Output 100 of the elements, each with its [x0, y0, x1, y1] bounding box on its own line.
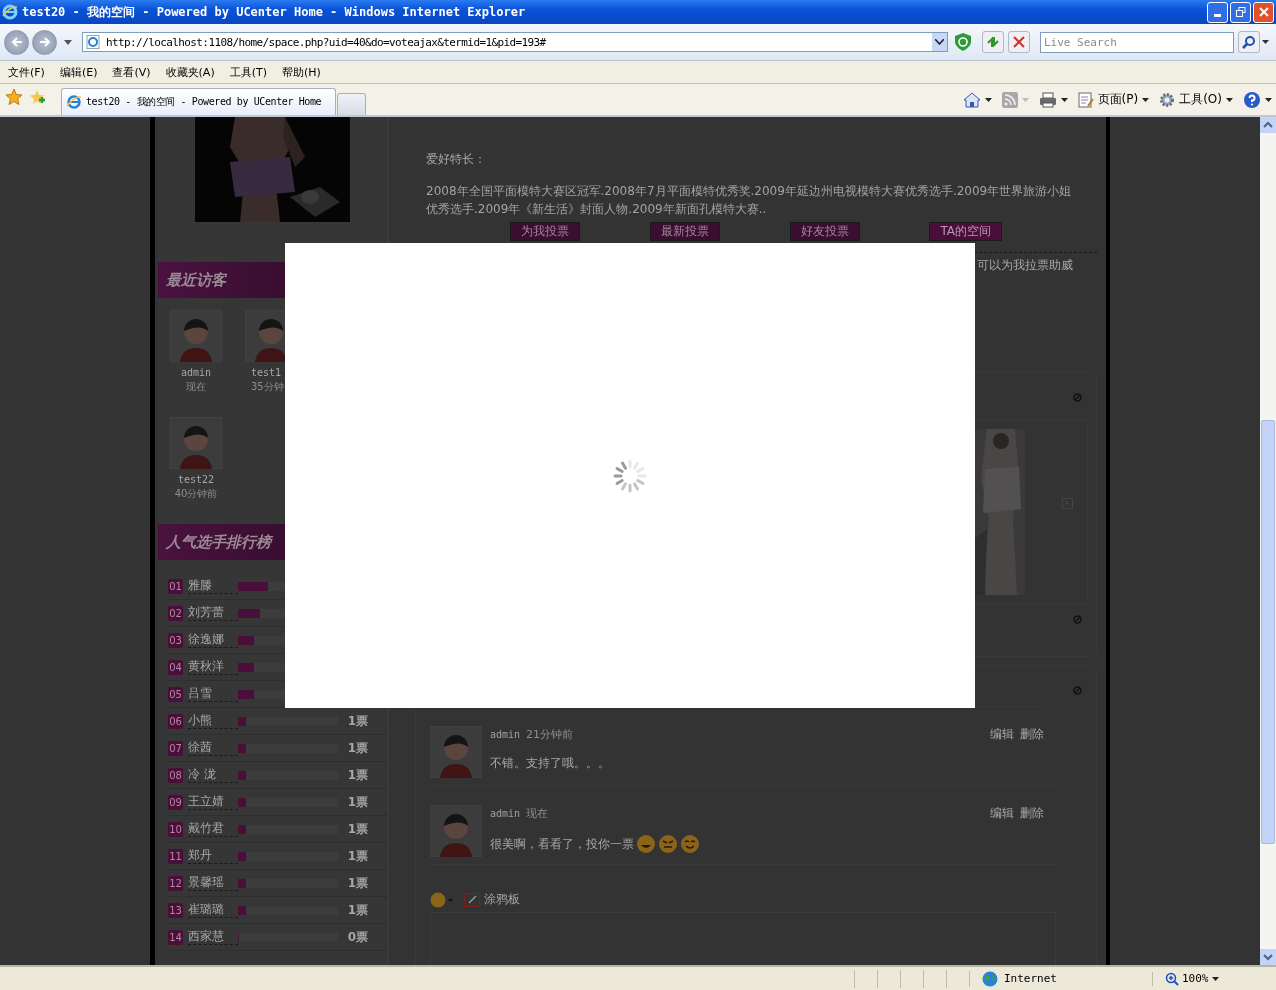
menu-item[interactable]: 查看(V): [112, 64, 151, 80]
close-button[interactable]: [1253, 1, 1274, 23]
caret-icon: [1060, 97, 1068, 102]
shield-icon[interactable]: [954, 32, 972, 52]
visit-time: 35分钟: [250, 380, 284, 394]
minimize-icon: [1214, 14, 1221, 17]
scrollbar[interactable]: [1260, 117, 1276, 965]
favorites-star-icon[interactable]: [5, 88, 23, 106]
hobby-label: 爱好特长：: [426, 151, 487, 168]
comment-text: 很美啊，看看了，投你一票: [490, 835, 634, 853]
zoom-button[interactable]: 100%: [1152, 971, 1239, 986]
visitor-name[interactable]: test1: [245, 367, 282, 378]
caret-icon[interactable]: [1262, 40, 1269, 44]
rank-badge: 14: [168, 929, 183, 945]
vote-count: 1票: [347, 820, 368, 838]
vote-count: 1票: [347, 793, 368, 811]
scroll-down-icon[interactable]: [1260, 949, 1276, 965]
search-button[interactable]: [1238, 31, 1260, 53]
rank-badge: 12: [168, 875, 183, 891]
emoticon-icon: [658, 834, 678, 854]
action-button[interactable]: 好友投票: [789, 222, 860, 241]
page-menu-button[interactable]: 页面(P): [1075, 91, 1152, 108]
vote-count: 1票: [347, 712, 368, 730]
delete-link[interactable]: 删除: [1020, 726, 1044, 743]
vote-count: 1票: [347, 739, 368, 757]
comment-time: 现在: [526, 806, 549, 821]
vote-count: 0票: [347, 928, 368, 946]
back-button[interactable]: [4, 29, 29, 55]
action-button[interactable]: TA的空间: [929, 222, 1003, 241]
vote-count: 1票: [347, 874, 368, 892]
visitor-name[interactable]: admin: [170, 367, 222, 378]
rank-badge: 04: [168, 659, 183, 675]
minimize-button[interactable]: [1207, 1, 1228, 23]
tools-menu-button[interactable]: 工具(O): [1157, 91, 1235, 108]
caret-icon: [1211, 976, 1219, 981]
stop-button[interactable]: [1008, 31, 1030, 53]
window-title: test20 - 我的空间 - Powered by UCenter Home - Windows Internet Explorer: [22, 3, 526, 21]
refresh-button[interactable]: [982, 31, 1004, 53]
rank-badge: 07: [168, 740, 183, 756]
page-icon: [1077, 91, 1094, 108]
comment-author[interactable]: admin: [490, 729, 521, 740]
caret-icon[interactable]: [64, 39, 72, 45]
feed-icon: [1001, 91, 1018, 108]
rank-badge: 03: [168, 632, 183, 648]
vote-count: 1票: [347, 766, 368, 784]
house-icon: [962, 91, 981, 108]
scrollbar-thumb[interactable]: [1261, 420, 1275, 844]
restore-button[interactable]: [1230, 1, 1251, 23]
stop-icon: [1013, 36, 1025, 48]
menu-item[interactable]: 帮助(H): [282, 64, 321, 80]
dropdown-button[interactable]: [932, 33, 947, 51]
menu-item[interactable]: 文件(F): [8, 64, 45, 80]
delete-link[interactable]: 删除: [1020, 805, 1044, 822]
caret-icon: [1021, 97, 1029, 102]
rank-badge: 06: [168, 713, 183, 729]
caret-icon: [1265, 97, 1272, 102]
rank-badge: 09: [168, 794, 183, 810]
chevron-icon: [935, 39, 944, 45]
printer-icon: [1038, 91, 1057, 108]
caret-icon: [1142, 97, 1150, 102]
rank-badge: 01: [168, 578, 183, 594]
hobby-text: 2008年全国平面模特大赛区冠军.2008年7月平面模特优秀奖.2009年延边州电视模特大赛优秀选手.2009年世界旅游小姐优秀选手.2009年《新生活》封面人物.2009年新面孔模特大赛..: [426, 183, 1073, 218]
zoom-icon: [1165, 971, 1179, 986]
page-icon: [66, 94, 82, 110]
doodle-link[interactable]: 涂鸦板: [464, 891, 520, 908]
edit-link[interactable]: 编辑: [990, 726, 1014, 743]
browser-tab[interactable]: test20 - 我的空间 - Powered by UCenter Home: [61, 88, 337, 115]
gear-icon: [1159, 91, 1176, 108]
visitor-name[interactable]: test22: [170, 474, 222, 485]
rank-badge: 13: [168, 902, 183, 918]
rank-badge: 10: [168, 821, 183, 837]
browser-logo-icon: [2, 4, 18, 20]
rank-badge: 02: [168, 605, 183, 621]
restore-icon: [1235, 7, 1246, 17]
smiley-icon[interactable]: [430, 891, 454, 908]
add-favorite-icon[interactable]: [28, 88, 46, 106]
visit-time: 现在: [185, 380, 207, 394]
section-title: 人气选手排行榜: [166, 532, 271, 552]
new-tab-button[interactable]: [337, 93, 367, 115]
help-button[interactable]: [1241, 90, 1274, 109]
feeds-button[interactable]: [999, 91, 1031, 108]
refresh-icon: [986, 35, 1000, 49]
address-field[interactable]: http://localhost:1108/home/space.php?uid=40&do=voteajax&termid=1&pid=193#: [82, 32, 948, 52]
pencil-icon: [464, 892, 480, 907]
menu-item[interactable]: 编辑(E): [59, 64, 98, 80]
forward-arrow-icon: [37, 35, 52, 49]
emoticon-icon: [680, 834, 700, 854]
action-button[interactable]: 为我投票: [509, 222, 580, 241]
edit-link[interactable]: 编辑: [990, 805, 1014, 822]
scroll-up-icon[interactable]: [1260, 117, 1276, 133]
menu-item[interactable]: 工具(T): [229, 64, 267, 80]
menu-item[interactable]: 收藏夹(A): [165, 64, 215, 80]
back-arrow-icon: [9, 35, 24, 49]
search-field[interactable]: Live Search: [1040, 31, 1234, 53]
caret-icon: [984, 97, 992, 102]
action-button[interactable]: 最新投票: [649, 222, 720, 241]
comment-author[interactable]: admin: [490, 808, 521, 819]
forward-button[interactable]: [32, 29, 57, 55]
rank-badge: 11: [168, 848, 183, 864]
page-icon: [86, 35, 100, 49]
